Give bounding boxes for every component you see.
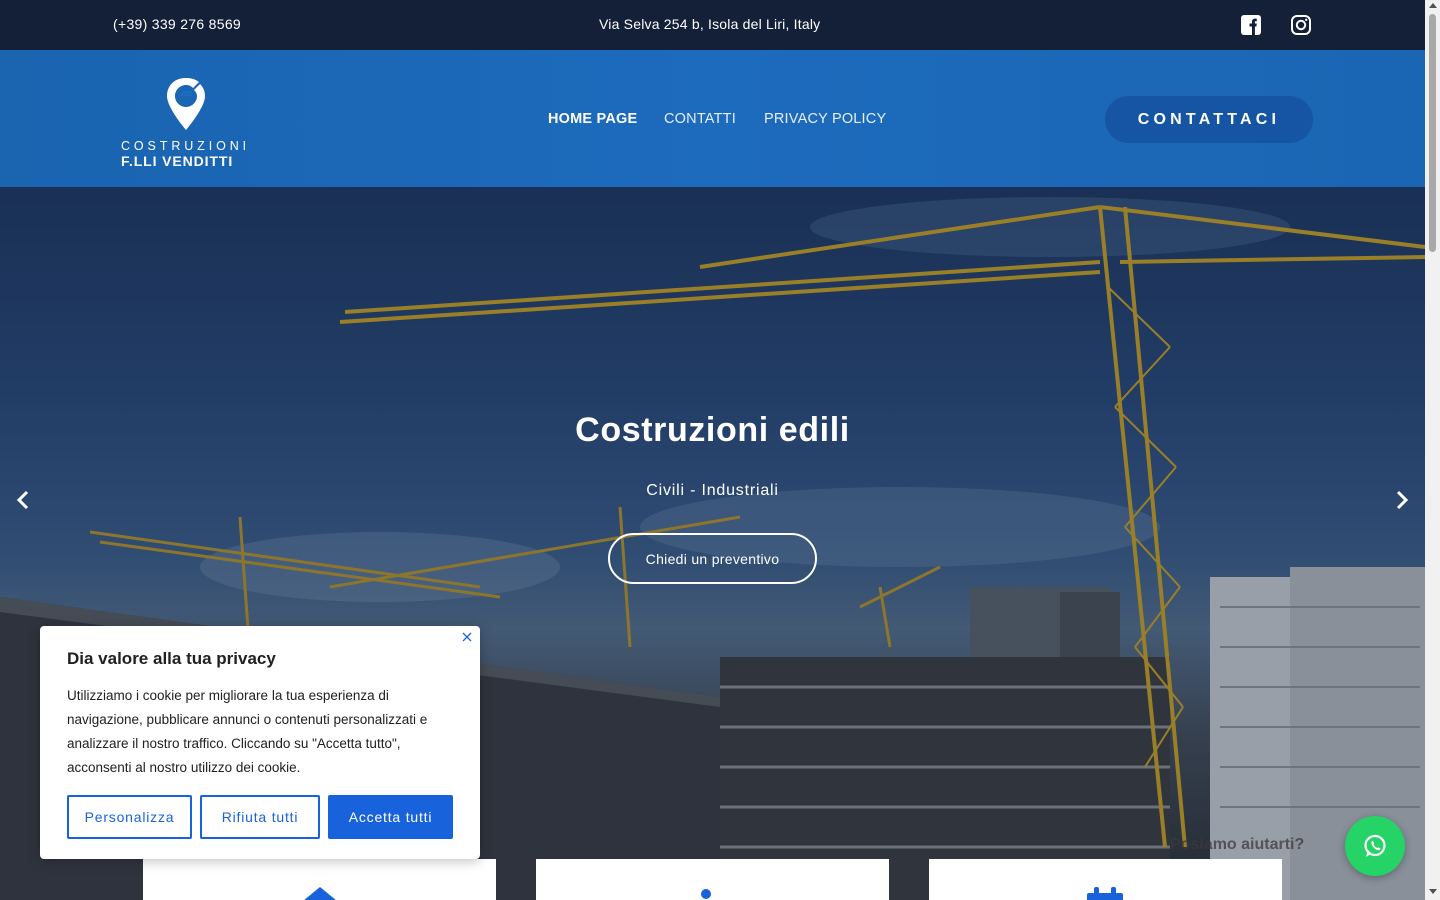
site-logo[interactable]: COSTRUZIONI F.LLI VENDITTI	[118, 76, 254, 172]
logo-line-1: COSTRUZIONI	[121, 139, 251, 153]
address-text: Via Selva 254 b, Isola del Liri, Italy	[599, 16, 821, 32]
slider-prev-arrow-icon[interactable]	[13, 489, 33, 511]
whatsapp-icon	[1364, 834, 1386, 857]
cookie-banner-title: Dia valore alla tua privacy	[67, 649, 276, 668]
site-header: COSTRUZIONI F.LLI VENDITTI HOME PAGE CON…	[0, 50, 1425, 187]
rifiuta-tutti-button[interactable]: Rifiuta tutti	[200, 795, 320, 839]
scrollbar-thumb[interactable]	[1429, 14, 1436, 252]
close-icon[interactable]	[461, 631, 473, 643]
info-icon	[701, 889, 711, 899]
nav-contatti[interactable]: CONTATTI	[664, 111, 736, 127]
cookie-banner-text: Utilizziamo i cookie per migliorare la t…	[67, 688, 428, 775]
feature-card	[929, 859, 1282, 900]
whatsapp-button[interactable]	[1345, 816, 1405, 876]
facebook-icon[interactable]	[1240, 14, 1262, 36]
whatsapp-label: Posiamo aiutarti?	[1170, 836, 1305, 853]
contattaci-button[interactable]: CONTATTACI	[1105, 96, 1313, 143]
cookie-banner: Dia valore alla tua privacy Utilizziamo …	[40, 626, 480, 859]
chiedi-preventivo-button[interactable]: Chiedi un preventivo	[608, 533, 817, 584]
slider-next-arrow-icon[interactable]	[1392, 489, 1412, 511]
calendar-icon	[1087, 887, 1123, 900]
phone-number[interactable]: (+39) 339 276 8569	[113, 16, 241, 32]
hero-subtitle: Civili - Industriali	[646, 482, 779, 499]
logo-mark-icon	[167, 78, 205, 130]
feature-card	[143, 859, 496, 900]
logo-line-2: F.LLI VENDITTI	[121, 153, 234, 169]
home-icon	[304, 887, 336, 900]
accetta-tutti-button[interactable]: Accetta tutti	[328, 795, 453, 839]
hero-title: Costruzioni edili	[575, 411, 850, 449]
nav-privacy-policy[interactable]: PRIVACY POLICY	[764, 111, 886, 127]
instagram-icon[interactable]	[1290, 14, 1312, 36]
feature-card	[536, 859, 889, 900]
page-scrollbar[interactable]	[1425, 0, 1440, 900]
scroll-up-icon[interactable]	[1429, 3, 1437, 8]
scroll-down-icon[interactable]	[1429, 889, 1437, 894]
personalizza-button[interactable]: Personalizza	[67, 795, 192, 839]
top-bar: (+39) 339 276 8569 Via Selva 254 b, Isol…	[0, 0, 1425, 50]
nav-home-page[interactable]: HOME PAGE	[548, 111, 637, 127]
